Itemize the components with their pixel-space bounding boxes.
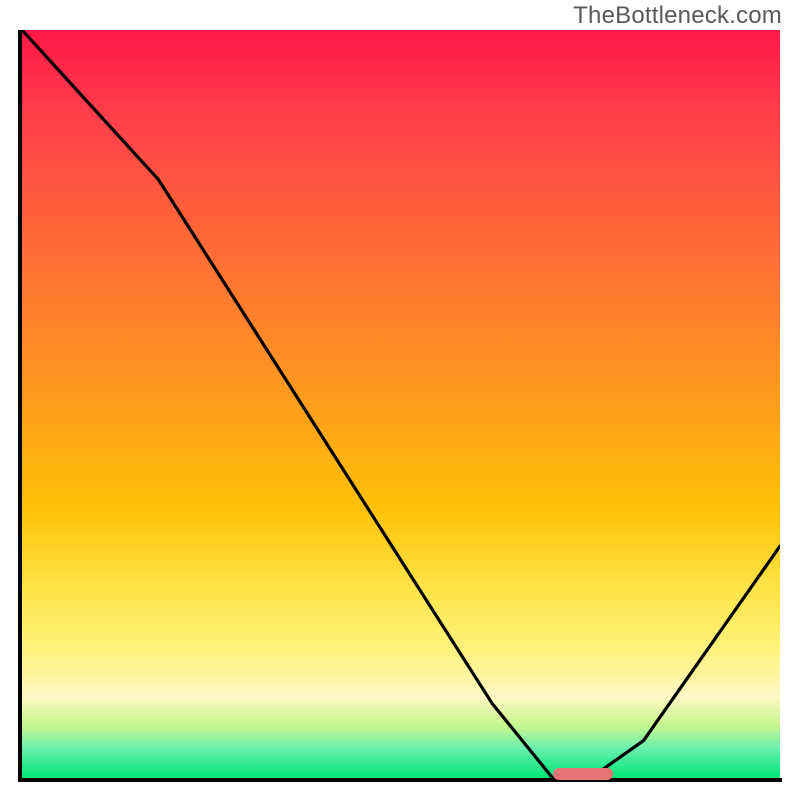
optimum-range-marker (553, 768, 614, 780)
chart-gradient-background (22, 30, 780, 778)
stage: TheBottleneck.com (0, 0, 800, 800)
watermark-text: TheBottleneck.com (573, 2, 782, 30)
